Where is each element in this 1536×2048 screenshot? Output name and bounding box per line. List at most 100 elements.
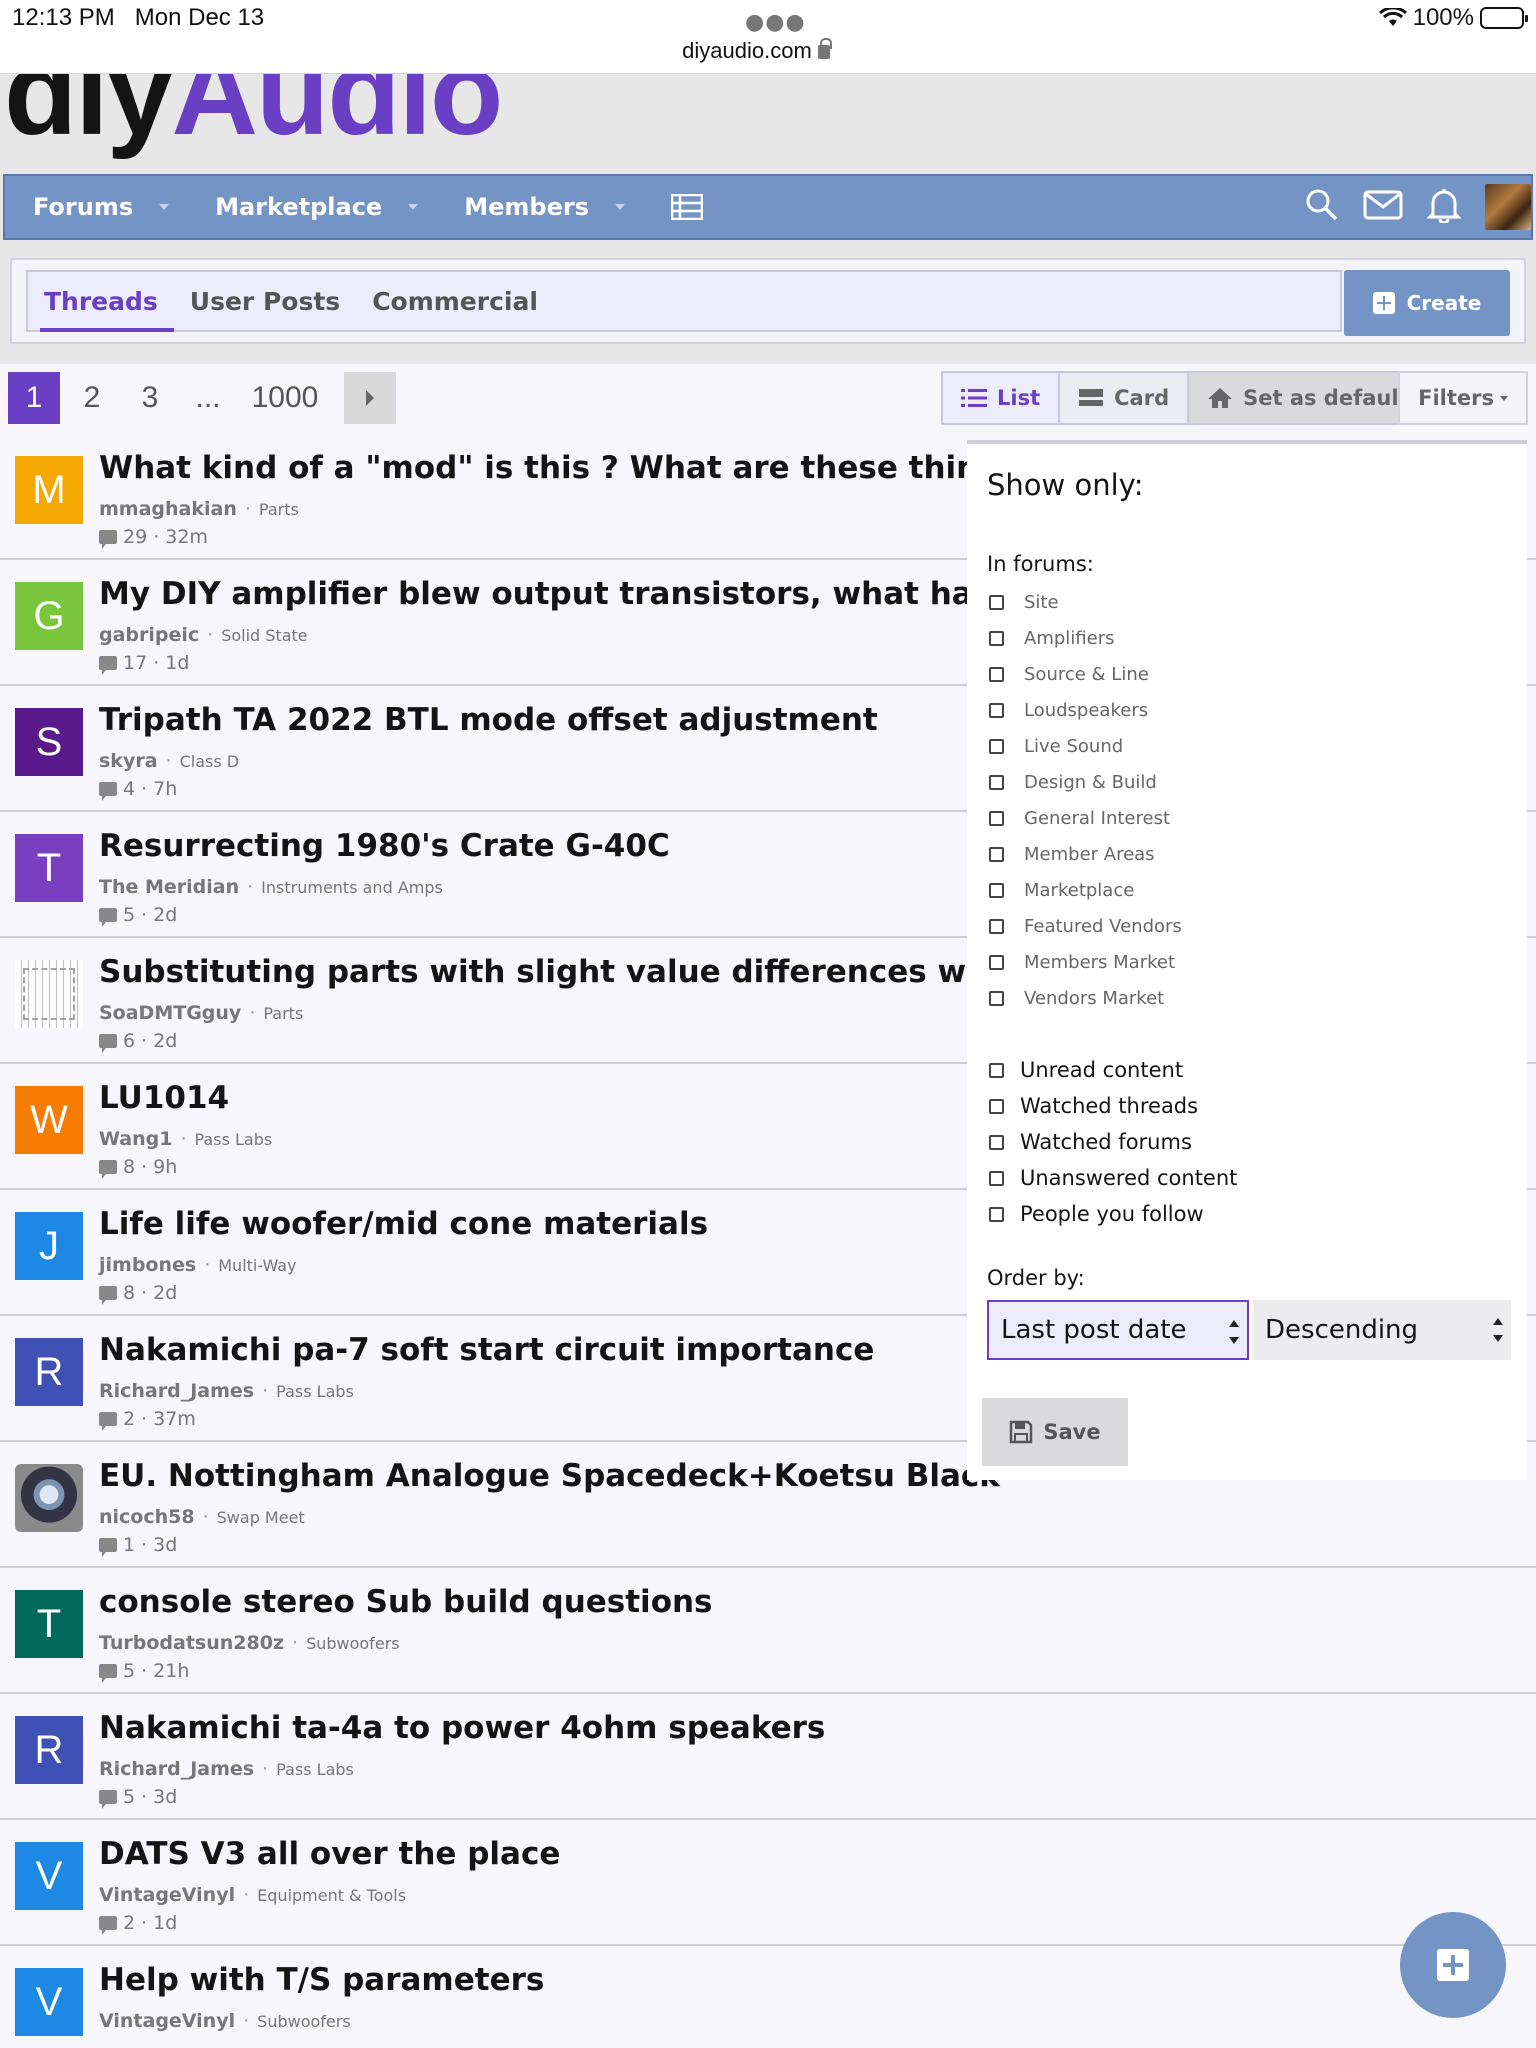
page-2[interactable]: 2 xyxy=(66,372,118,424)
avatar[interactable]: R xyxy=(15,1338,83,1406)
thread-forum[interactable]: Class D xyxy=(180,752,240,771)
thread-forum[interactable]: Subwoofers xyxy=(257,2012,351,2031)
thread-title[interactable]: Tripath TA 2022 BTL mode offset adjustme… xyxy=(99,702,878,738)
thread-author[interactable]: nicoch58 xyxy=(99,1506,195,1528)
checkbox[interactable] xyxy=(989,1206,1004,1222)
thread-title[interactable]: Substituting parts with slight value dif… xyxy=(99,954,1049,990)
checkbox[interactable] xyxy=(989,1170,1004,1186)
checkbox[interactable] xyxy=(989,666,1004,682)
thread-forum[interactable]: Pass Labs xyxy=(195,1130,273,1149)
avatar[interactable]: W xyxy=(15,1086,83,1154)
thread-forum[interactable]: Solid State xyxy=(221,626,307,645)
checkbox[interactable] xyxy=(989,954,1004,970)
floating-create-button[interactable] xyxy=(1400,1912,1506,2018)
thread-forum[interactable]: Subwoofers xyxy=(306,1634,400,1653)
tab-threads[interactable]: Threads xyxy=(40,272,174,332)
list-view-button[interactable]: List xyxy=(941,371,1061,425)
checkbox[interactable] xyxy=(989,1098,1004,1114)
forum-filter-item[interactable]: Site xyxy=(989,584,1182,620)
filters-button[interactable]: Filters xyxy=(1398,371,1528,425)
tab-commercial[interactable]: Commercial xyxy=(372,272,538,330)
checkbox[interactable] xyxy=(989,1134,1004,1150)
avatar[interactable] xyxy=(15,1464,83,1532)
page-ellipsis[interactable]: ... xyxy=(182,372,234,424)
thread-author[interactable]: Richard_James xyxy=(99,1380,254,1402)
forum-filter-item[interactable]: Loudspeakers xyxy=(989,692,1182,728)
checkbox[interactable] xyxy=(989,846,1004,862)
whats-new-list-icon[interactable] xyxy=(670,194,703,220)
address-bar[interactable]: diyaudio.com xyxy=(0,38,1512,64)
create-button[interactable]: Create xyxy=(1344,270,1510,336)
option-filter-item[interactable]: Unanswered content xyxy=(989,1160,1237,1196)
nav-members[interactable]: Members xyxy=(464,193,625,221)
option-filter-item[interactable]: Unread content xyxy=(989,1052,1237,1088)
thread-author[interactable]: mmaghakian xyxy=(99,498,237,520)
thread-title[interactable]: console stereo Sub build questions xyxy=(99,1584,713,1620)
forum-filter-item[interactable]: Live Sound xyxy=(989,728,1182,764)
thread-row[interactable]: V Help with T/S parameters VintageVinyl · Su… xyxy=(0,1946,1536,2048)
thread-author[interactable]: Richard_James xyxy=(99,1758,254,1780)
user-avatar[interactable] xyxy=(1485,184,1531,230)
checkbox[interactable] xyxy=(989,630,1004,646)
avatar[interactable]: R xyxy=(15,1716,83,1784)
nav-forums[interactable]: Forums xyxy=(33,193,170,221)
thread-title[interactable]: Resurrecting 1980's Crate G-40C xyxy=(99,828,670,864)
thread-title[interactable]: EU. Nottingham Analogue Spacedeck+Koetsu… xyxy=(99,1458,1000,1494)
mail-icon[interactable] xyxy=(1363,190,1403,224)
thread-author[interactable]: gabripeic xyxy=(99,624,199,646)
thread-forum[interactable]: Parts xyxy=(263,1004,303,1023)
forum-filter-item[interactable]: Amplifiers xyxy=(989,620,1182,656)
thread-row[interactable]: R Nakamichi ta-4a to power 4ohm speakers R… xyxy=(0,1694,1536,1820)
checkbox[interactable] xyxy=(989,594,1004,610)
avatar[interactable]: T xyxy=(15,1590,83,1658)
checkbox[interactable] xyxy=(989,882,1004,898)
thread-title[interactable]: DATS V3 all over the place xyxy=(99,1836,560,1872)
option-filter-item[interactable]: Watched forums xyxy=(989,1124,1237,1160)
thread-author[interactable]: skyra xyxy=(99,750,158,772)
thread-title[interactable]: Life life woofer/mid cone materials xyxy=(99,1206,708,1242)
thread-title[interactable]: Help with T/S parameters xyxy=(99,1962,544,1998)
thread-author[interactable]: jimbones xyxy=(99,1254,196,1276)
avatar[interactable]: T xyxy=(15,834,83,902)
thread-author[interactable]: Turbodatsun280z xyxy=(99,1632,284,1654)
order-direction-select[interactable]: Descending xyxy=(1253,1300,1511,1360)
thread-author[interactable]: VintageVinyl xyxy=(99,2010,235,2032)
save-button[interactable]: Save xyxy=(982,1398,1128,1466)
page-1[interactable]: 1 xyxy=(8,372,60,424)
checkbox[interactable] xyxy=(989,774,1004,790)
forum-filter-item[interactable]: Members Market xyxy=(989,944,1182,980)
thread-title[interactable]: Nakamichi ta-4a to power 4ohm speakers xyxy=(99,1710,825,1746)
avatar[interactable]: S xyxy=(15,708,83,776)
nav-marketplace[interactable]: Marketplace xyxy=(215,193,419,221)
forum-filter-item[interactable]: Marketplace xyxy=(989,872,1182,908)
bell-icon[interactable] xyxy=(1426,187,1462,227)
card-view-button[interactable]: Card xyxy=(1060,371,1190,425)
thread-title[interactable]: LU1014 xyxy=(99,1080,229,1116)
option-filter-item[interactable]: Watched threads xyxy=(989,1088,1237,1124)
thread-title[interactable]: What kind of a "mod" is this ? What are … xyxy=(99,450,1037,486)
option-filter-item[interactable]: People you follow xyxy=(989,1196,1237,1232)
thread-forum[interactable]: Pass Labs xyxy=(276,1760,354,1779)
forum-filter-item[interactable]: Design & Build xyxy=(989,764,1182,800)
checkbox[interactable] xyxy=(989,810,1004,826)
thread-row[interactable]: V DATS V3 all over the place VintageVinyl ·… xyxy=(0,1820,1536,1946)
thread-author[interactable]: The Meridian xyxy=(99,876,239,898)
thread-row[interactable]: Tconsole stereo Sub build questions Turbo… xyxy=(0,1568,1536,1694)
checkbox[interactable] xyxy=(989,738,1004,754)
tab-user-posts[interactable]: User Posts xyxy=(190,272,340,330)
thread-title[interactable]: Nakamichi pa-7 soft start circuit import… xyxy=(99,1332,874,1368)
thread-forum[interactable]: Parts xyxy=(259,500,299,519)
next-page-button[interactable] xyxy=(344,372,396,424)
thread-forum[interactable]: Equipment & Tools xyxy=(257,1886,406,1905)
page-3[interactable]: 3 xyxy=(124,372,176,424)
thread-forum[interactable]: Swap Meet xyxy=(217,1508,305,1527)
avatar[interactable]: G xyxy=(15,582,83,650)
forum-filter-item[interactable]: Member Areas xyxy=(989,836,1182,872)
checkbox[interactable] xyxy=(989,702,1004,718)
thread-forum[interactable]: Pass Labs xyxy=(276,1382,354,1401)
more-dots-icon[interactable]: ●●● xyxy=(745,10,806,35)
thread-author[interactable]: Wang1 xyxy=(99,1128,172,1150)
avatar[interactable] xyxy=(15,960,83,1028)
avatar[interactable]: V xyxy=(15,1842,83,1910)
checkbox[interactable] xyxy=(989,990,1004,1006)
